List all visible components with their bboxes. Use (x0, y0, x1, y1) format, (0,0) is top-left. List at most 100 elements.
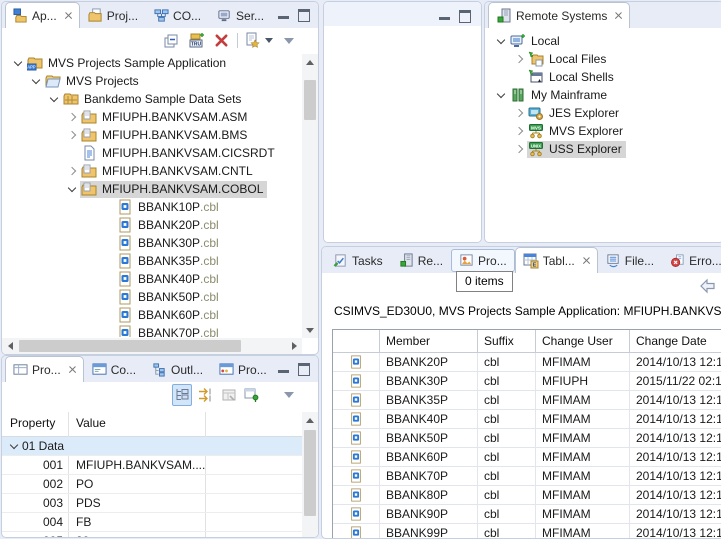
scroll-down-arrow[interactable] (302, 322, 318, 338)
tab-outline[interactable]: Outl... (144, 356, 211, 382)
chevron-right-icon[interactable] (64, 132, 80, 138)
tree-item-cbl-file[interactable]: BBANK60P.cbl (4, 306, 301, 324)
tree-item-local[interactable]: Local (487, 32, 721, 50)
tree-item-mvs-projects[interactable]: MVS Projects (4, 72, 301, 90)
tree-item-dataset-cntl[interactable]: MFIUPH.BANKVSAM.CNTL (4, 162, 301, 180)
maximize-icon[interactable] (298, 363, 310, 376)
table-row[interactable]: BBANK99P cbl MFIMAM 2014/10/13 12:17:05 (333, 524, 721, 539)
column-header-change-user[interactable]: Change User (536, 330, 630, 352)
column-header-icon[interactable] (333, 330, 380, 352)
tab-remote-systems-details[interactable]: Re... (391, 247, 451, 273)
tree-item-bankdemo-data-sets[interactable]: Bankdemo Sample Data Sets (4, 90, 301, 108)
tab-remote-systems[interactable]: Remote Systems (488, 2, 630, 28)
property-row[interactable]: 002 PO (2, 475, 302, 494)
chevron-right-icon[interactable] (511, 56, 527, 62)
tree-item-dataset-cobol[interactable]: MFIUPH.BANKVSAM.COBOL (4, 180, 301, 198)
tab-properties[interactable]: Pro... (5, 356, 84, 382)
scrollbar-thumb[interactable] (304, 80, 316, 120)
open-with-button[interactable] (245, 31, 273, 51)
property-row[interactable]: 004 FB (2, 513, 302, 532)
tree-item-cbl-file[interactable]: BBANK50P.cbl (4, 288, 301, 306)
view-menu-button[interactable] (280, 385, 298, 405)
tab-application-explorer[interactable]: Ap... (5, 2, 80, 28)
column-header-property[interactable]: Property (10, 416, 55, 430)
scroll-up-arrow[interactable] (302, 412, 318, 428)
chevron-down-icon[interactable] (46, 98, 62, 101)
tree-item-uss-explorer[interactable]: UNIXUSS Explorer (487, 140, 721, 158)
back-arrow-icon[interactable] (699, 278, 717, 294)
scrollbar-thumb[interactable] (19, 340, 241, 352)
tab-tasks[interactable]: Tasks (325, 247, 391, 273)
collapse-all-button[interactable] (162, 31, 180, 51)
chevron-right-icon[interactable] (64, 168, 80, 174)
chevron-down-icon[interactable] (28, 80, 44, 83)
tab-error-list[interactable]: Erro... (662, 247, 721, 273)
table-row[interactable]: BBANK80P cbl MFIMAM 2014/10/13 12:17:03 (333, 486, 721, 505)
close-icon[interactable] (582, 256, 590, 265)
property-row[interactable]: 005 80 (2, 532, 302, 537)
chevron-down-icon[interactable] (493, 40, 509, 43)
horizontal-scrollbar[interactable] (2, 338, 302, 354)
minimize-icon[interactable] (439, 13, 450, 20)
tree-item-cbl-file[interactable]: BBANK30P.cbl (4, 234, 301, 252)
tree-item-mvs-explorer[interactable]: MVSMVS Explorer (487, 122, 721, 140)
tree-item-dataset-asm[interactable]: MFIUPH.BANKVSAM.ASM (4, 108, 301, 126)
tree-item-local-shells[interactable]: Local Shells (487, 68, 721, 86)
table-row[interactable]: BBANK70P cbl MFIMAM 2014/10/13 12:17:02 (333, 467, 721, 486)
property-row[interactable]: 003 PDS (2, 494, 302, 513)
chevron-right-icon[interactable] (511, 146, 527, 152)
tab-cobol-explorer[interactable]: CO... (146, 2, 209, 28)
column-header-change-date[interactable]: Change Date (630, 330, 721, 352)
table-row[interactable]: BBANK30P cbl MFIUPH 2015/11/22 02:15:17 (333, 372, 721, 391)
tab-problems[interactable]: Pro... (211, 356, 275, 382)
pin-view-button[interactable] (243, 385, 261, 405)
scroll-left-arrow[interactable] (2, 338, 18, 354)
column-header-member[interactable]: Member (380, 330, 478, 352)
show-advanced-button[interactable] (197, 385, 215, 405)
view-menu-button[interactable] (280, 31, 298, 51)
turnover-button[interactable]: TRU (187, 31, 205, 51)
table-row[interactable]: BBANK60P cbl MFIMAM 2014/10/13 12:17:02 (333, 448, 721, 467)
close-icon[interactable] (68, 365, 76, 374)
tree-item-cbl-file[interactable]: BBANK40P.cbl (4, 270, 301, 288)
column-header-suffix[interactable]: Suffix (478, 330, 536, 352)
scroll-up-arrow[interactable] (302, 54, 318, 70)
tree-item-cbl-file[interactable]: BBANK35P.cbl (4, 252, 301, 270)
tab-properties-view[interactable]: Pro... (451, 249, 515, 272)
close-icon[interactable] (64, 11, 72, 20)
tree-item-dataset-bms[interactable]: MFIUPH.BANKVSAM.BMS (4, 126, 301, 144)
vertical-scrollbar[interactable] (302, 412, 318, 537)
chevron-down-icon[interactable] (493, 94, 509, 97)
tab-servers[interactable]: Ser... (209, 2, 272, 28)
tree-item-cbl-file[interactable]: BBANK10P.cbl (4, 198, 301, 216)
show-categories-button[interactable] (172, 384, 192, 406)
property-group-row[interactable]: 01 Data (2, 437, 302, 456)
tab-table-view[interactable]: E Tabl... (515, 247, 598, 273)
minimize-icon[interactable] (278, 366, 289, 373)
table-row[interactable]: BBANK40P cbl MFIMAM 2014/10/13 12:17:00 (333, 410, 721, 429)
tree-item-cbl-file[interactable]: BBANK20P.cbl (4, 216, 301, 234)
tree-item-dataset-cicsrdt[interactable]: MFIUPH.BANKVSAM.CICSRDT (4, 144, 301, 162)
table-row[interactable]: BBANK90P cbl MFIMAM 2014/10/13 12:17:04 (333, 505, 721, 524)
chevron-down-icon[interactable] (10, 62, 26, 65)
restore-value-button[interactable] (220, 385, 238, 405)
tab-console[interactable]: Co... (84, 356, 144, 382)
vertical-scrollbar[interactable] (302, 54, 318, 338)
maximize-icon[interactable] (459, 10, 471, 23)
tree-item-jes-explorer[interactable]: JES Explorer (487, 104, 721, 122)
tab-filters[interactable]: File... (598, 247, 662, 273)
tab-project-explorer[interactable]: Proj... (80, 2, 146, 28)
tree-item-cbl-file[interactable]: BBANK70P.cbl (4, 324, 301, 337)
chevron-down-icon[interactable] (64, 188, 80, 191)
table-row[interactable]: BBANK35P cbl MFIMAM 2014/10/13 12:16:59 (333, 391, 721, 410)
maximize-icon[interactable] (298, 9, 310, 22)
tree-item-application[interactable]: APPMVS Projects Sample Application (4, 54, 301, 72)
delete-button[interactable] (212, 31, 230, 51)
property-row[interactable]: 001 MFIUPH.BANKVSAM.... (2, 456, 302, 475)
column-header-value[interactable]: Value (76, 416, 106, 430)
chevron-right-icon[interactable] (64, 114, 80, 120)
table-row[interactable]: BBANK50P cbl MFIMAM 2014/10/13 12:17:01 (333, 429, 721, 448)
minimize-icon[interactable] (278, 12, 289, 19)
scrollbar-thumb[interactable] (304, 430, 316, 516)
tree-item-my-mainframe[interactable]: My Mainframe (487, 86, 721, 104)
